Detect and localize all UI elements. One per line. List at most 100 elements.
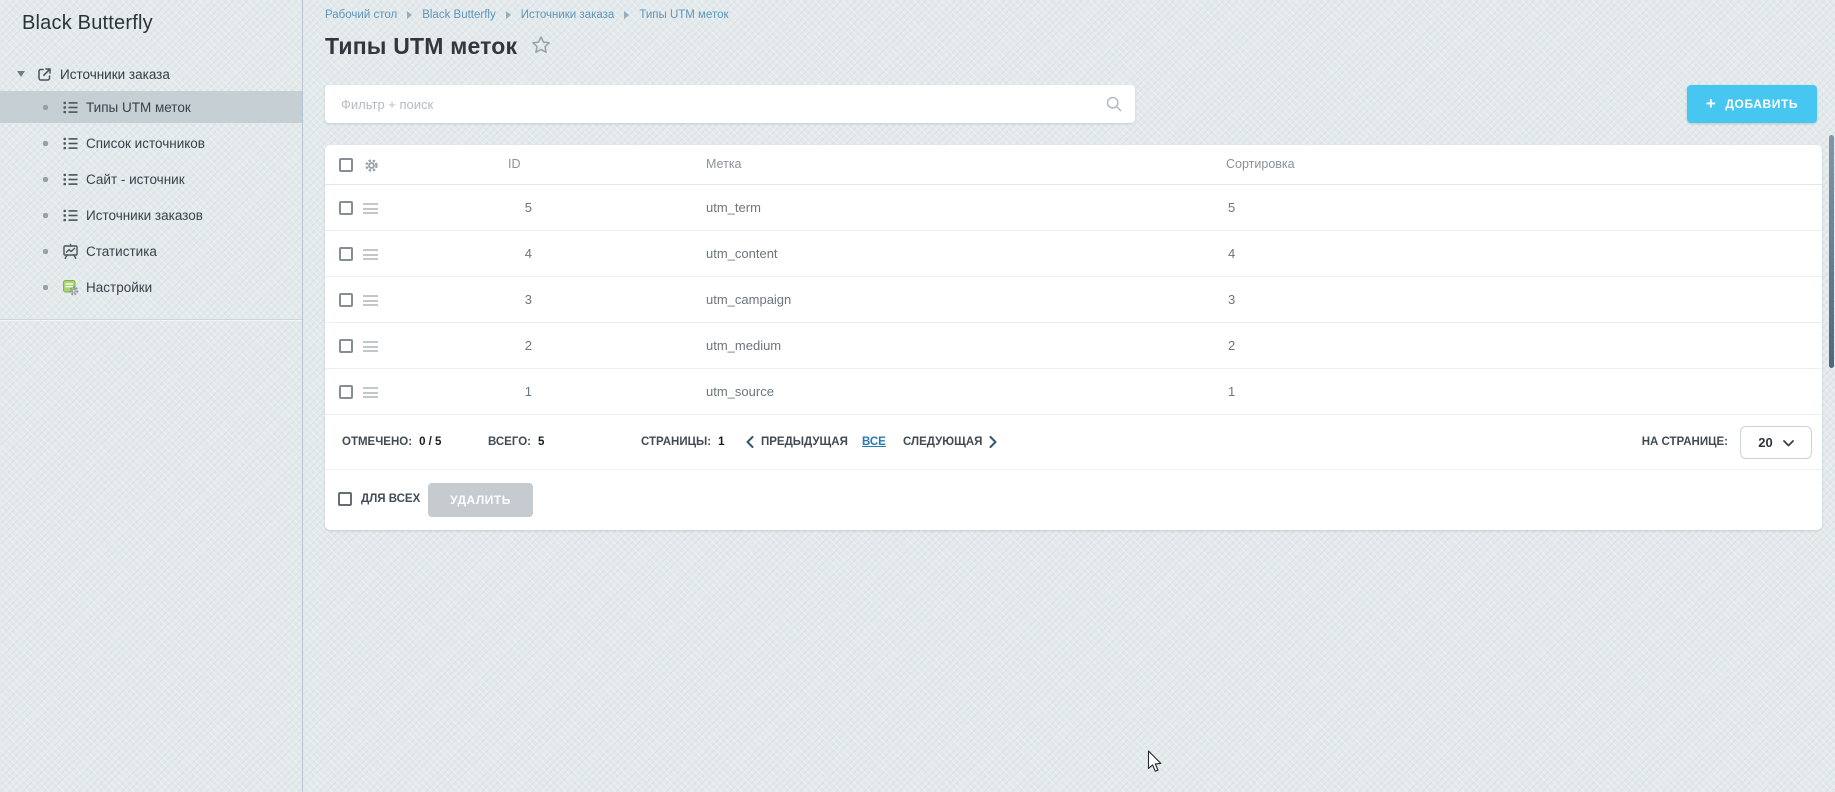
- sidebar-section-label: Источники заказа: [60, 67, 170, 82]
- list-icon: [62, 207, 79, 224]
- checked-value: 0 / 5: [419, 436, 441, 448]
- breadcrumb-link[interactable]: Типы UTM меток: [639, 9, 728, 21]
- column-settings-gear-icon[interactable]: [364, 158, 379, 178]
- column-header-label[interactable]: Метка: [706, 145, 742, 184]
- sidebar-item-label: Список источников: [86, 136, 205, 151]
- sidebar-item[interactable]: Типы UTM меток: [0, 91, 302, 123]
- bullet-icon: [43, 213, 48, 218]
- sidebar-item[interactable]: Статистика: [0, 235, 302, 267]
- favorite-star-icon[interactable]: [531, 35, 551, 60]
- pages-label: СТРАНИЦЫ:: [641, 436, 711, 448]
- table-body: 5 utm_term 5 4 utm_content 4 3 utm_campa…: [325, 185, 1822, 415]
- page-header: Типы UTM меток: [325, 33, 551, 60]
- breadcrumb-separator-icon: [407, 11, 412, 19]
- table-row[interactable]: 4 utm_content 4: [325, 231, 1822, 277]
- breadcrumb-link[interactable]: Источники заказа: [521, 9, 615, 21]
- cell-label: utm_term: [706, 185, 761, 230]
- for-all-checkbox[interactable]: [338, 492, 352, 506]
- sidebar-section-order-sources[interactable]: Источники заказа: [0, 62, 302, 86]
- cell-sort: 5: [1228, 185, 1235, 230]
- bullet-icon: [43, 285, 48, 290]
- add-button[interactable]: + ДОБАВИТЬ: [1687, 85, 1817, 123]
- next-page-link[interactable]: СЛЕДУЮЩАЯ: [903, 415, 997, 469]
- breadcrumb-separator-icon: [506, 11, 511, 19]
- cell-label: utm_medium: [706, 323, 781, 368]
- bullet-icon: [43, 177, 48, 182]
- table-header: ID Метка Сортировка: [325, 145, 1822, 185]
- list-icon: [62, 99, 79, 116]
- table-row[interactable]: 5 utm_term 5: [325, 185, 1822, 231]
- add-button-label: ДОБАВИТЬ: [1725, 97, 1798, 111]
- checked-counter: ОТМЕЧЕНО: 0 / 5: [342, 415, 441, 469]
- per-page-select[interactable]: 20: [1740, 426, 1812, 459]
- breadcrumb: Рабочий стол Black Butterfly Источники з…: [325, 9, 729, 21]
- row-checkbox[interactable]: [339, 201, 353, 215]
- column-header-id[interactable]: ID: [508, 145, 521, 184]
- drag-handle-icon[interactable]: [363, 341, 378, 355]
- breadcrumb-link[interactable]: Black Butterfly: [422, 9, 496, 21]
- sidebar-item-label: Типы UTM меток: [86, 100, 191, 115]
- all-pages-link[interactable]: ВСЕ: [862, 436, 886, 448]
- breadcrumb-link[interactable]: Рабочий стол: [325, 9, 397, 21]
- sidebar-item[interactable]: Источники заказов: [0, 199, 302, 231]
- cell-sort: 3: [1228, 277, 1235, 322]
- chevron-down-icon: [1783, 435, 1794, 450]
- sidebar-item-label: Настройки: [86, 280, 152, 295]
- row-checkbox[interactable]: [339, 385, 353, 399]
- row-checkbox[interactable]: [339, 339, 353, 353]
- table-row[interactable]: 1 utm_source 1: [325, 369, 1822, 415]
- pages-counter: СТРАНИЦЫ: 1: [641, 415, 724, 469]
- cell-label: utm_content: [706, 231, 778, 276]
- drag-handle-icon[interactable]: [363, 295, 378, 309]
- delete-button[interactable]: УДАЛИТЬ: [428, 483, 533, 517]
- vertical-scrollbar-thumb[interactable]: [1829, 135, 1834, 368]
- per-page-value: 20: [1758, 435, 1772, 450]
- sidebar: Black Butterfly Источники заказа: [0, 0, 303, 792]
- select-all-checkbox[interactable]: [339, 158, 353, 172]
- table-row[interactable]: 2 utm_medium 2: [325, 323, 1822, 369]
- cell-sort: 2: [1228, 323, 1235, 368]
- chevron-left-icon: [746, 436, 754, 448]
- sidebar-item[interactable]: Сайт - источник: [0, 163, 302, 195]
- next-page-label: СЛЕДУЮЩАЯ: [903, 436, 982, 448]
- row-checkbox[interactable]: [339, 293, 353, 307]
- cell-sort: 1: [1228, 369, 1235, 414]
- list-icon: [62, 171, 79, 188]
- table-row[interactable]: 3 utm_campaign 3: [325, 277, 1822, 323]
- filter-search: [325, 85, 1135, 123]
- external-link-icon: [36, 66, 53, 83]
- cell-id: 3: [485, 277, 532, 322]
- total-label: ВСЕГО:: [488, 436, 531, 448]
- all-pages-link-wrap: ВСЕ: [862, 415, 886, 469]
- table-card: ID Метка Сортировка 5 utm_term 5 4 utm_c…: [325, 145, 1822, 530]
- cell-label: utm_source: [706, 369, 774, 414]
- per-page-label: НА СТРАНИЦЕ:: [1642, 436, 1728, 448]
- row-checkbox[interactable]: [339, 247, 353, 261]
- filter-search-input[interactable]: [325, 85, 1135, 123]
- sidebar-menu: Типы UTM меток: [0, 91, 302, 307]
- search-icon[interactable]: [1106, 96, 1122, 117]
- cell-id: 4: [485, 231, 532, 276]
- cell-sort: 4: [1228, 231, 1235, 276]
- cell-id: 2: [485, 323, 532, 368]
- sidebar-item[interactable]: Настройки: [0, 271, 302, 303]
- pages-value: 1: [718, 436, 724, 448]
- expander-triangle-icon[interactable]: [17, 71, 25, 77]
- sidebar-item-label: Статистика: [86, 244, 157, 259]
- cell-id: 1: [485, 369, 532, 414]
- sidebar-item-label: Сайт - источник: [86, 172, 185, 187]
- column-header-sort[interactable]: Сортировка: [1226, 145, 1295, 184]
- drag-handle-icon[interactable]: [363, 203, 378, 217]
- prev-page-link[interactable]: ПРЕДЫДУЩАЯ: [746, 415, 848, 469]
- sidebar-item[interactable]: Список источников: [0, 127, 302, 159]
- cell-label: utm_campaign: [706, 277, 791, 322]
- drag-handle-icon[interactable]: [363, 387, 378, 401]
- table-footer: ОТМЕЧЕНО: 0 / 5 ВСЕГО: 5 СТРАНИЦЫ: 1 ПРЕ…: [325, 415, 1822, 470]
- drag-handle-icon[interactable]: [363, 249, 378, 263]
- bullet-icon: [43, 141, 48, 146]
- for-all-label: ДЛЯ ВСЕХ: [361, 470, 420, 528]
- sidebar-divider: [0, 319, 302, 320]
- bulk-actions-bar: ДЛЯ ВСЕХ УДАЛИТЬ: [325, 470, 1822, 530]
- plus-icon: +: [1706, 95, 1717, 112]
- chart-icon: [62, 243, 79, 260]
